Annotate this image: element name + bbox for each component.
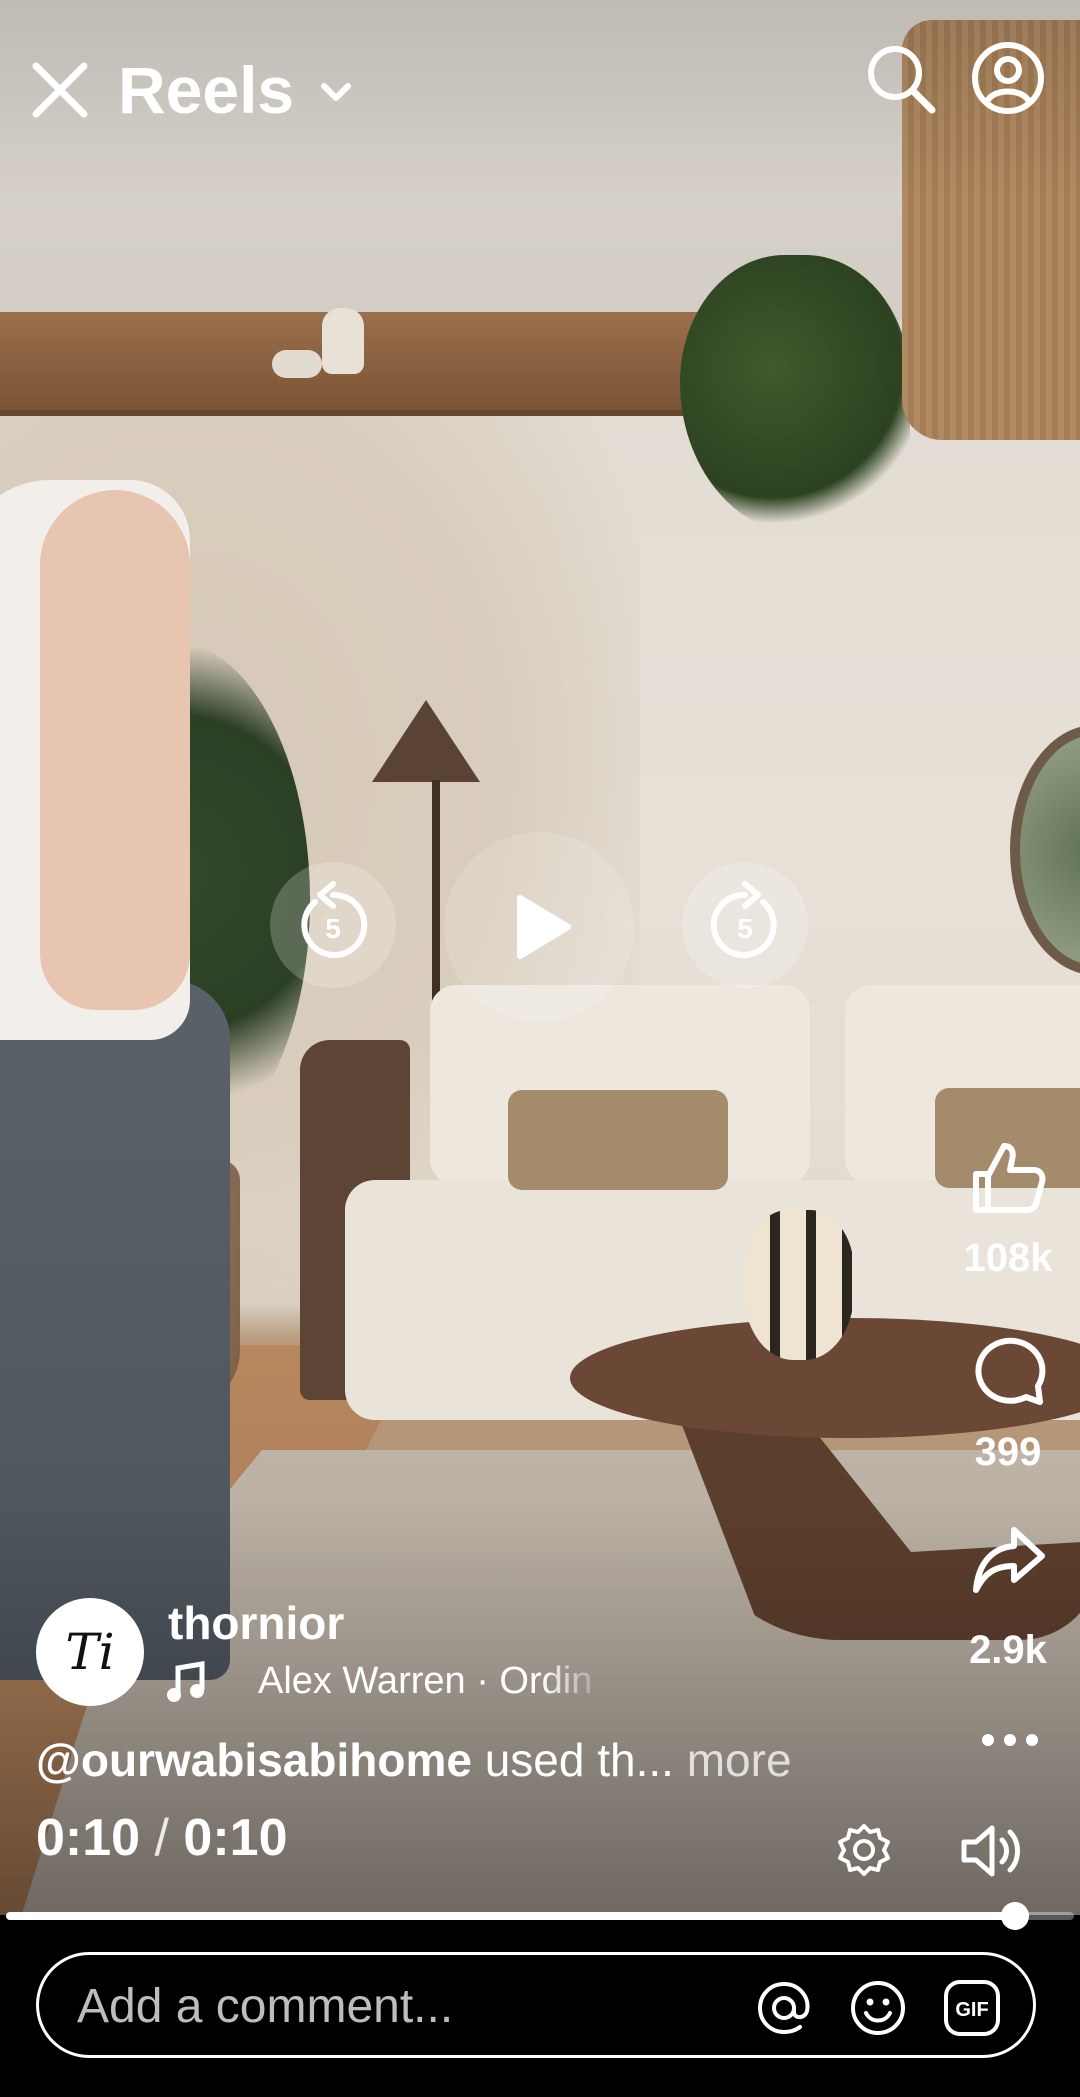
volume-icon[interactable]: [958, 1820, 1024, 1882]
profile-icon[interactable]: [970, 40, 1046, 116]
gif-label: GIF: [955, 1999, 988, 2021]
share-arrow-icon[interactable]: [968, 1522, 1048, 1602]
rewind-5-icon: 5: [301, 881, 368, 958]
username[interactable]: thornior: [168, 1596, 344, 1650]
play-button[interactable]: [444, 832, 634, 1022]
comment-field[interactable]: Add a comment... GIF: [36, 1952, 1036, 2058]
emoji-icon[interactable]: [849, 1979, 907, 2037]
gear-icon[interactable]: [834, 1822, 894, 1882]
avatar[interactable]: Ti: [36, 1598, 144, 1706]
thumbs-up-icon[interactable]: [968, 1138, 1048, 1218]
forward-5-icon: 5: [710, 881, 777, 958]
comment-placeholder: Add a comment...: [77, 1980, 454, 2033]
page-title[interactable]: Reels: [118, 52, 294, 128]
at-sign-icon[interactable]: [755, 1979, 813, 2037]
progress-scrubber[interactable]: [1001, 1902, 1030, 1930]
time-total: 0:10: [183, 1809, 288, 1867]
music-note-icon: [166, 1660, 206, 1704]
scene-pillow: [508, 1090, 728, 1190]
reels-screen: Reels 5 5 108k 399 2.9k Ti thornior Alex…: [0, 0, 1080, 2097]
chevron-down-icon[interactable]: [316, 72, 356, 112]
scene-hanging-plant: [680, 255, 910, 535]
progress-bar[interactable]: [6, 1902, 1074, 1930]
caption-text: used th...: [471, 1734, 674, 1786]
scene-shelf: [0, 312, 760, 416]
forward-5-button[interactable]: 5: [682, 862, 808, 988]
time-current: 0:10: [36, 1809, 141, 1867]
timecode: 0:10 / 0:10: [36, 1808, 288, 1868]
scene-shelf-cup: [272, 350, 322, 378]
play-icon: [517, 895, 571, 959]
comment-bubble-icon[interactable]: [968, 1330, 1048, 1410]
progress-fill: [6, 1912, 1016, 1920]
gif-icon[interactable]: GIF: [943, 1979, 1001, 2037]
top-bar: Reels: [0, 0, 1080, 180]
more-dots-icon[interactable]: [978, 1720, 1042, 1760]
comment-count: 399: [974, 1430, 1042, 1474]
like-count: 108k: [963, 1236, 1053, 1280]
time-separator: /: [140, 1809, 184, 1867]
scene-shelf-vase: [322, 308, 364, 374]
search-icon[interactable]: [864, 42, 938, 116]
avatar-logo: Ti: [65, 1623, 115, 1681]
caption-mention[interactable]: @ourwabisabihome: [36, 1734, 472, 1786]
scene-person-arm: [40, 490, 190, 1010]
music-ticker[interactable]: Alex Warren · Ordin: [258, 1660, 610, 1703]
close-icon[interactable]: [28, 58, 92, 122]
scene-striped-vase: [744, 1210, 854, 1360]
share-count: 2.9k: [969, 1628, 1047, 1672]
rewind-seconds-label: 5: [325, 913, 341, 944]
caption-more-link[interactable]: more: [674, 1734, 792, 1786]
scene-mirror: [1010, 725, 1080, 975]
rewind-5-button[interactable]: 5: [270, 862, 396, 988]
caption[interactable]: @ourwabisabihome used th... more: [36, 1733, 792, 1787]
forward-seconds-label: 5: [737, 913, 753, 944]
